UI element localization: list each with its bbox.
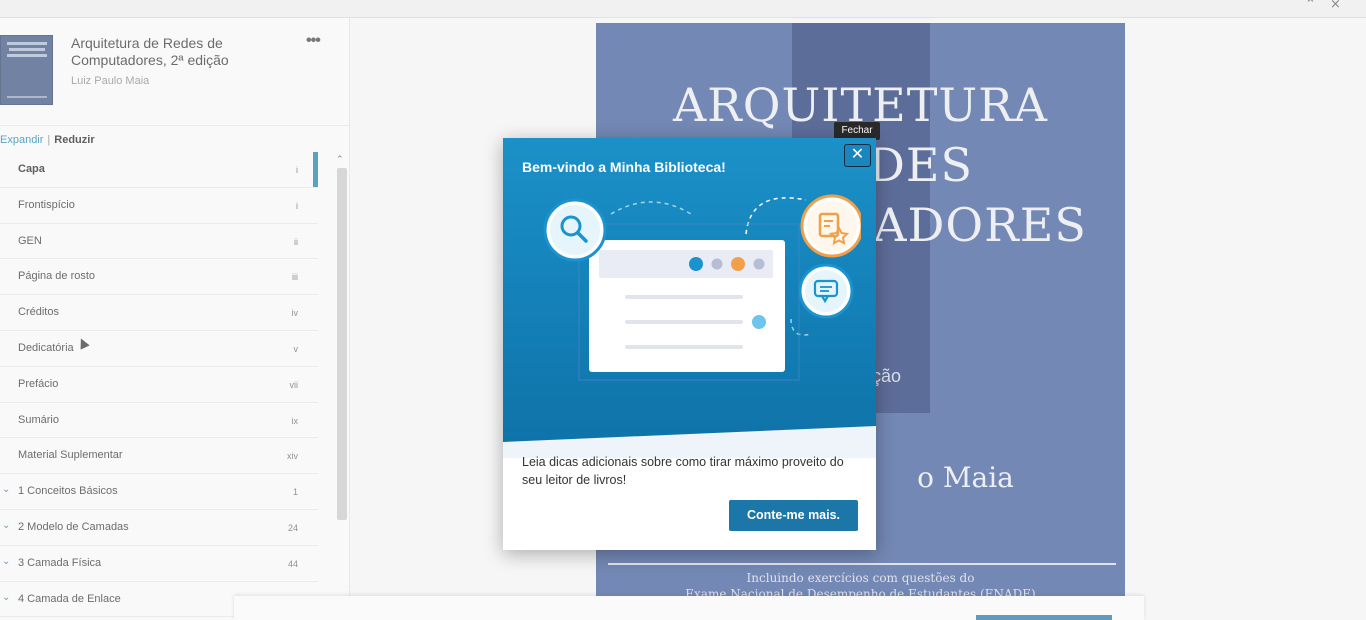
- welcome-illustration: [543, 194, 861, 381]
- modal-body-text: Leia dicas adicionais sobre como tirar m…: [522, 455, 844, 487]
- close-button[interactable]: ✕: [844, 144, 871, 167]
- welcome-modal: Bem-vindo a Minha Biblioteca! ✕ Leia dic…: [503, 138, 876, 550]
- tell-me-more-button[interactable]: Conte-me mais.: [729, 500, 858, 531]
- modal-title: Bem-vindo a Minha Biblioteca!: [522, 159, 726, 175]
- hero-wave: [503, 426, 876, 458]
